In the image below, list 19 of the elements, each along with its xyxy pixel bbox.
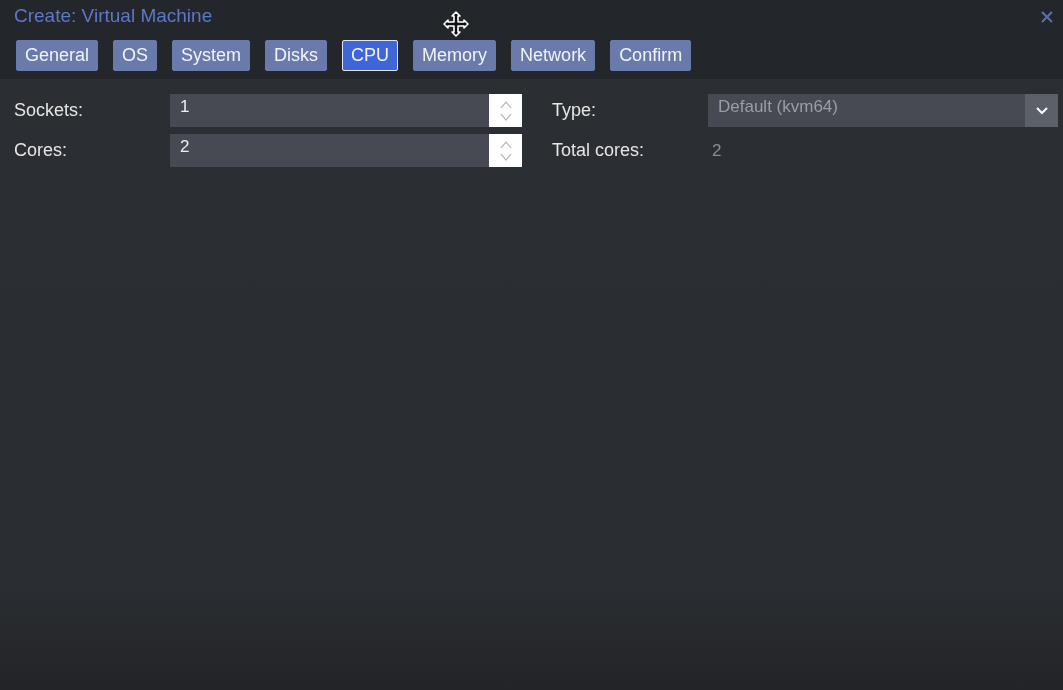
tab[interactable]: OS	[113, 40, 158, 71]
field-label: Sockets:	[14, 100, 85, 121]
move-cursor-icon	[443, 11, 469, 37]
close-icon[interactable]	[1041, 11, 1053, 23]
spinner-arrows-icon[interactable]	[489, 94, 522, 127]
field-label: Type:	[552, 100, 598, 121]
total-cores-value: 2	[711, 139, 723, 162]
field-label: Cores:	[14, 140, 68, 161]
spinner-arrows-icon[interactable]	[489, 134, 522, 167]
tab[interactable]: CPU	[342, 40, 399, 71]
tab[interactable]: Memory	[413, 40, 497, 71]
field-label: Total cores:	[552, 140, 646, 161]
window-title: Create: Virtual Machine	[14, 5, 213, 27]
tab[interactable]: Disks	[265, 40, 328, 71]
caret-icon[interactable]	[1025, 94, 1058, 127]
tab[interactable]: General	[16, 40, 99, 71]
tab[interactable]: System	[172, 40, 251, 71]
tab[interactable]: Confirm	[610, 40, 692, 71]
tab[interactable]: Network	[511, 40, 596, 71]
